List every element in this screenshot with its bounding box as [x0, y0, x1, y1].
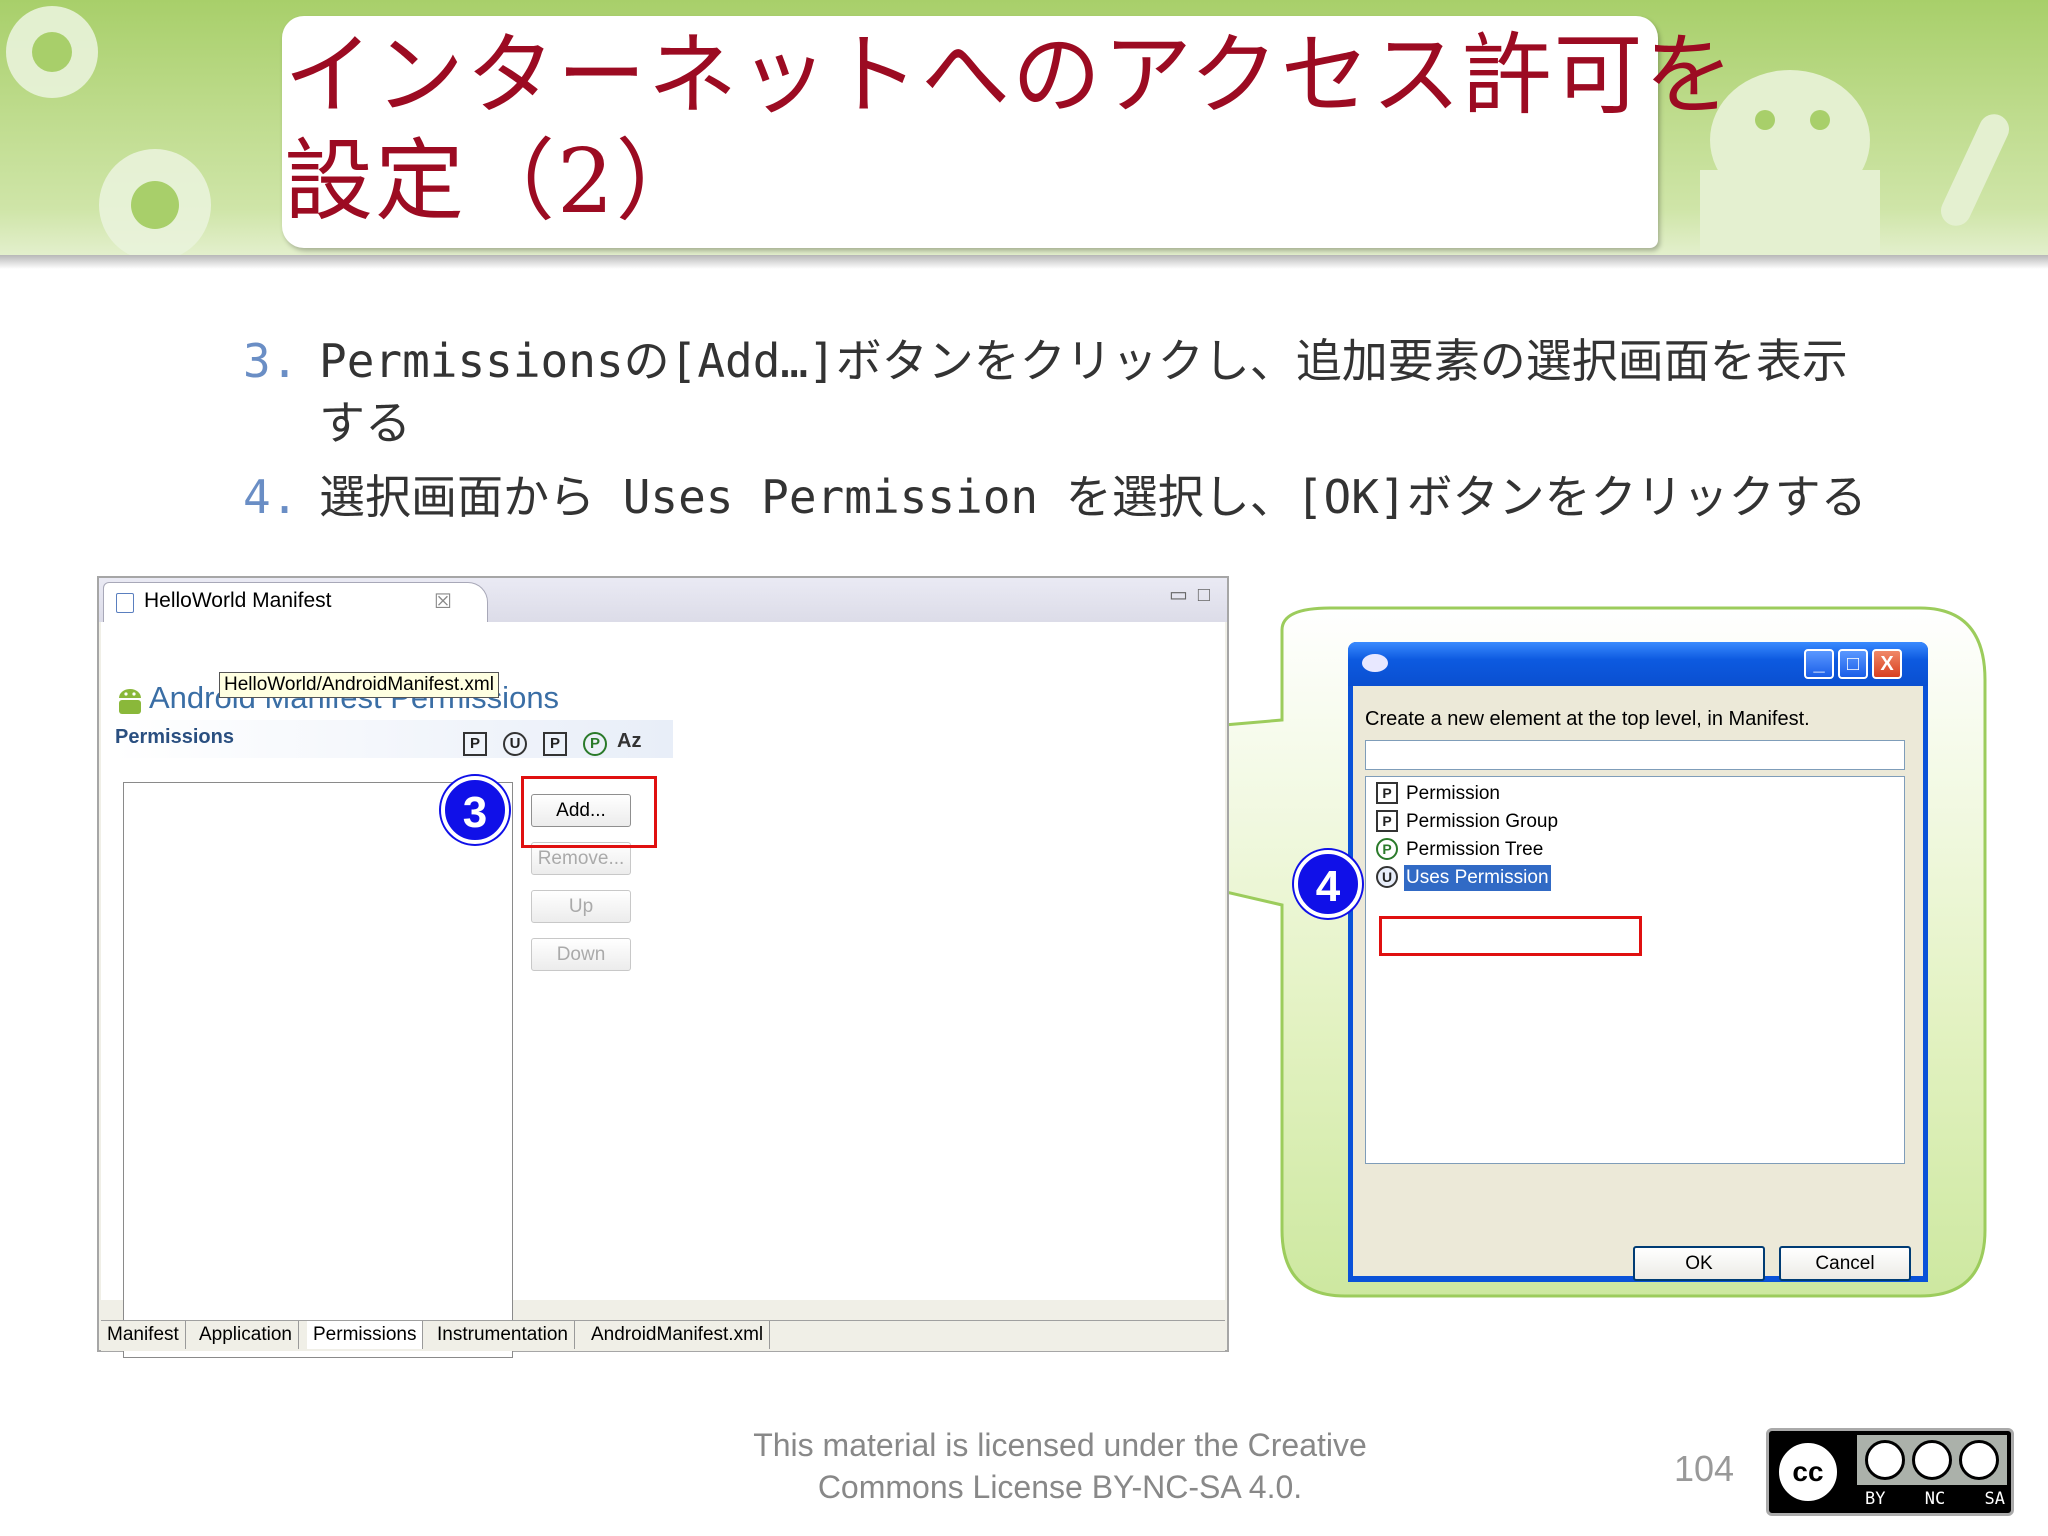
uses-permission-highlight	[1379, 916, 1642, 956]
dialog-client-area: Create a new element at the top level, i…	[1353, 686, 1923, 1281]
dialog-prompt: Create a new element at the top level, i…	[1365, 708, 1810, 730]
cc-sa-label: SA	[1984, 1489, 2005, 1509]
file-path-tooltip: HelloWorld/AndroidManifest.xml	[219, 672, 499, 698]
tab-application[interactable]: Application	[193, 1321, 299, 1349]
add-button-highlight	[521, 776, 657, 848]
list-item-label: Permission Group	[1406, 811, 1559, 832]
permission-group-filter-icon[interactable]: P	[543, 732, 567, 756]
cc-icon: cc	[1775, 1439, 1841, 1505]
cc-license-badge: cc BY NC SA	[1766, 1428, 2014, 1516]
minimize-button[interactable]: _	[1804, 649, 1834, 679]
down-button[interactable]: Down	[531, 938, 631, 971]
create-element-dialog: _ □ X Create a new element at the top le…	[1348, 642, 1928, 1282]
license-text: This material is licensed under the Crea…	[720, 1424, 1400, 1508]
permission-tree-filter-icon[interactable]: P	[583, 732, 607, 756]
tab-helloworld-manifest[interactable]: HelloWorld Manifest ☒	[103, 582, 488, 622]
list-item-uses-permission[interactable]: U Uses Permission	[1374, 865, 1674, 891]
ok-button[interactable]: OK	[1633, 1246, 1765, 1281]
list-item-label: Uses Permission	[1404, 865, 1551, 891]
permissions-section-title: Permissions	[115, 726, 234, 748]
license-line-2: Commons License BY-NC-SA 4.0.	[817, 1469, 1303, 1505]
manifest-file-icon	[116, 593, 134, 613]
close-button[interactable]: X	[1872, 649, 1902, 679]
editor-body: Android Manifest Permissions HelloWorld/…	[101, 622, 1225, 1358]
tab-title: HelloWorld Manifest	[144, 589, 332, 612]
sa-icon	[1959, 1440, 1999, 1480]
maximize-button[interactable]: □	[1838, 649, 1868, 679]
filter-input[interactable]	[1365, 740, 1905, 770]
tab-instrumentation[interactable]: Instrumentation	[431, 1321, 575, 1349]
license-line-1: This material is licensed under the Crea…	[753, 1427, 1367, 1463]
dialog-title-bar: _ □ X	[1348, 642, 1928, 686]
step-3-marker: 3	[441, 776, 509, 844]
editor-page-tabs: Manifest Application Permissions Instrum…	[101, 1320, 1225, 1351]
cc-nc-label: NC	[1924, 1489, 1946, 1509]
manifest-editor-window: HelloWorld Manifest ☒ ▭□ Android Manifes…	[97, 576, 1229, 1358]
tab-androidmanifest-xml[interactable]: AndroidManifest.xml	[585, 1321, 771, 1349]
step-4-marker: 4	[1294, 850, 1362, 918]
uses-permission-icon: U	[1376, 866, 1398, 888]
list-item-permission-group[interactable]: P Permission Group	[1374, 809, 1674, 835]
permission-group-icon: P	[1376, 810, 1398, 832]
list-item-permission-tree[interactable]: P Permission Tree	[1374, 837, 1674, 863]
up-button[interactable]: Up	[531, 890, 631, 923]
window-controls: ▭□	[1169, 582, 1220, 607]
eclipse-icon	[1362, 654, 1388, 672]
permission-tree-icon: P	[1376, 838, 1398, 860]
minimize-icon[interactable]: ▭	[1169, 584, 1198, 606]
list-item-label: Permission	[1406, 783, 1500, 804]
permission-filter-icon[interactable]: P	[463, 732, 487, 756]
permission-icon: P	[1376, 782, 1398, 804]
close-tab-icon[interactable]: ☒	[434, 589, 452, 614]
cc-attribution-icons	[1857, 1435, 2007, 1485]
android-icon	[119, 689, 141, 714]
permissions-tree-list[interactable]	[123, 782, 513, 1358]
element-type-list[interactable]: P Permission P Permission Group P Permis…	[1365, 776, 1905, 1164]
cc-by-label: BY	[1865, 1489, 1886, 1509]
cancel-button[interactable]: Cancel	[1779, 1246, 1911, 1281]
tab-manifest[interactable]: Manifest	[101, 1321, 186, 1349]
list-item-label: Permission Tree	[1406, 839, 1544, 860]
list-item-permission[interactable]: P Permission	[1374, 781, 1674, 807]
editor-tab-bar: HelloWorld Manifest ☒ ▭□	[99, 578, 1227, 622]
page-number: 104	[1674, 1448, 1735, 1489]
uses-permission-filter-icon[interactable]: U	[503, 732, 527, 756]
tab-permissions[interactable]: Permissions	[307, 1321, 424, 1349]
cc-labels: BY NC SA	[1865, 1489, 2005, 1509]
nc-icon	[1912, 1440, 1952, 1480]
by-icon	[1865, 1440, 1905, 1480]
sort-alpha-icon[interactable]: Az	[617, 730, 641, 753]
maximize-icon[interactable]: □	[1198, 584, 1220, 606]
